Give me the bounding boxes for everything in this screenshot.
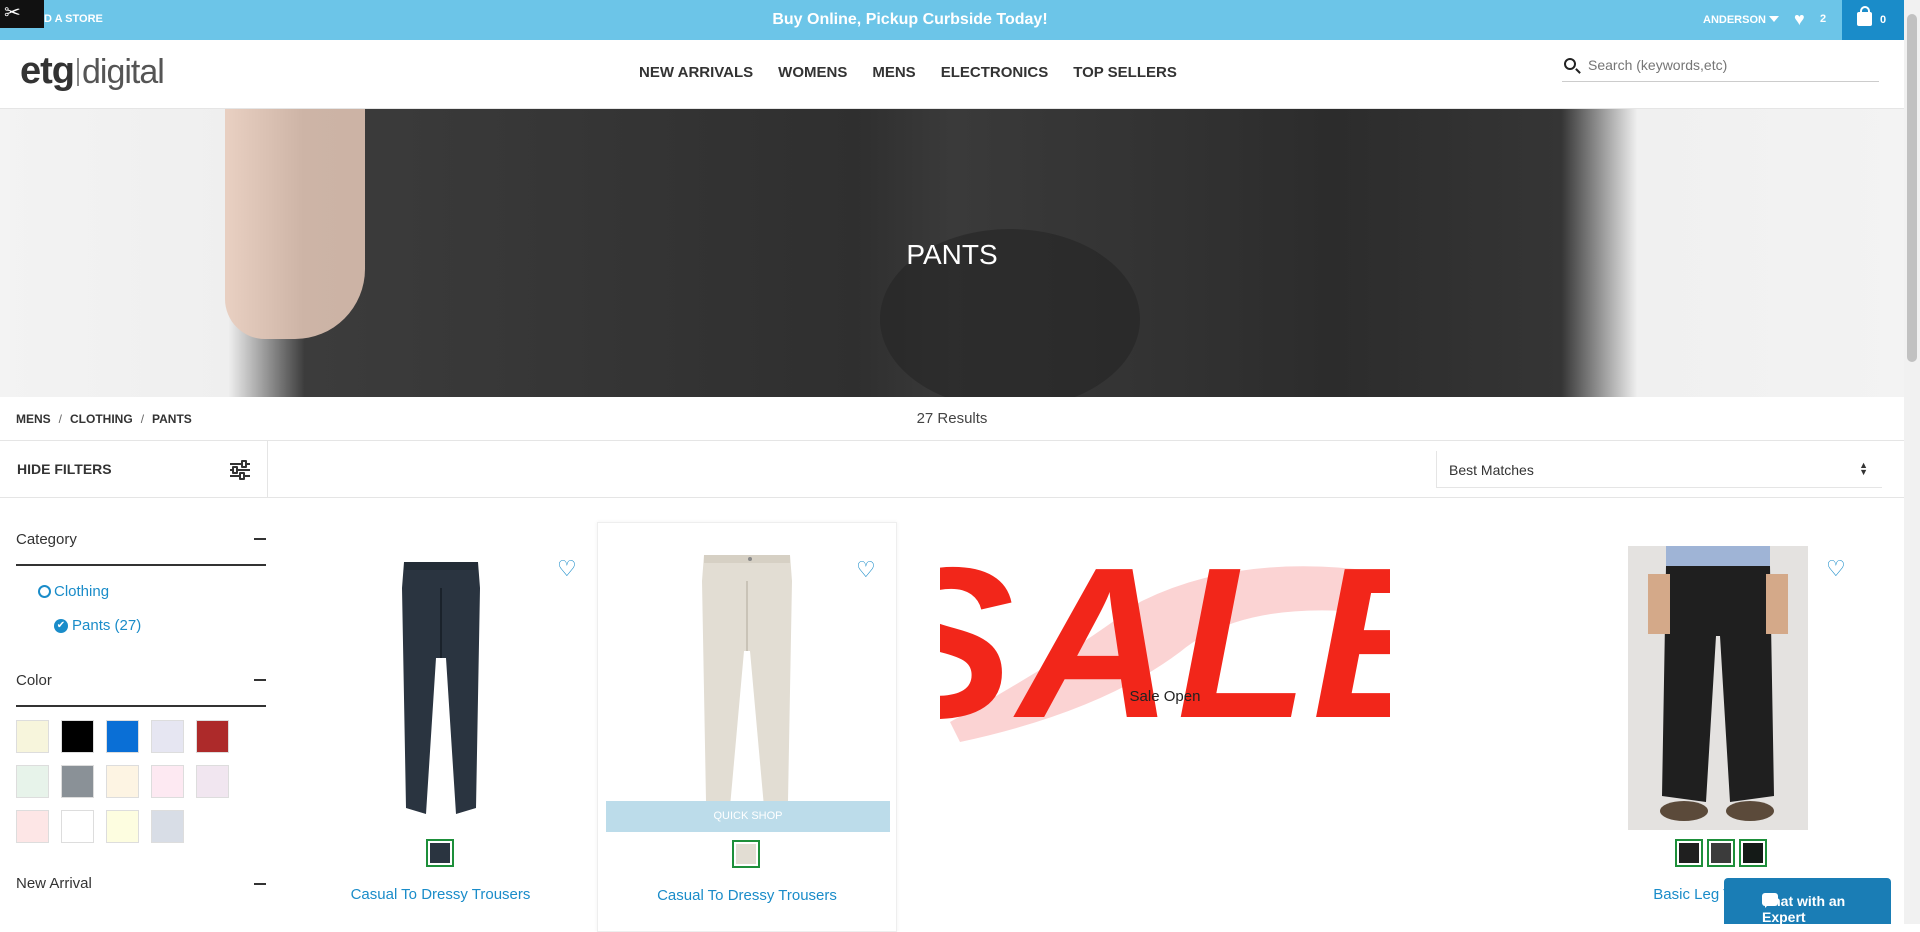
banner-hand-image (225, 109, 365, 339)
sale-word: SALE (940, 542, 1390, 742)
color-filter-swatch[interactable] (16, 765, 49, 798)
site-header: etg digital NEW ARRIVALS WOMENS MENS ELEC… (0, 40, 1904, 109)
filter-bar: HIDE FILTERS Best Matches ▲ ▼ (0, 441, 1904, 498)
sale-caption: Sale Open (1129, 688, 1201, 705)
color-swatch[interactable] (426, 839, 454, 867)
nav-new-arrivals[interactable]: NEW ARRIVALS (639, 64, 753, 81)
sale-banner-image[interactable]: SALE (870, 522, 1457, 763)
hide-filters-button[interactable]: HIDE FILTERS (0, 441, 268, 498)
color-filter-swatch[interactable] (151, 765, 184, 798)
color-swatch[interactable] (1739, 839, 1767, 867)
cart-count: 0 (1880, 14, 1887, 26)
product-image[interactable] (692, 551, 802, 815)
facet-category-header[interactable]: Category (16, 498, 266, 566)
swatch-fill (1743, 843, 1763, 863)
category-option-label: Pants (27) (72, 617, 142, 634)
product-card[interactable]: ♡ Basic Leg Trousers (1576, 522, 1859, 932)
sort-select[interactable]: Best Matches ▲ ▼ (1436, 451, 1882, 488)
color-filter-swatch[interactable] (151, 810, 184, 843)
wishlist-count[interactable]: 2 (1820, 13, 1826, 25)
color-filter-swatch[interactable] (106, 720, 139, 753)
page-scrollbar[interactable] (1904, 0, 1920, 924)
cart-button[interactable]: 0 (1842, 0, 1904, 40)
color-filter-swatch[interactable] (61, 765, 94, 798)
collapse-icon[interactable] (254, 679, 266, 681)
color-swatch[interactable] (1707, 839, 1735, 867)
filter-sidebar: Category Clothing ✔ Pants (27) Color New… (16, 498, 266, 896)
facet-category-title: Category (16, 531, 77, 548)
category-option-pants[interactable]: ✔ Pants (27) (16, 608, 266, 642)
quick-shop-button[interactable]: QUICK SHOP (606, 801, 890, 832)
category-banner: PANTS (0, 109, 1904, 397)
color-filter-swatch[interactable] (16, 720, 49, 753)
swatch-fill (1679, 843, 1699, 863)
swatch-fill (1711, 843, 1731, 863)
chat-with-expert-button[interactable]: Chat with an Expert (1724, 878, 1891, 925)
wishlist-heart-icon[interactable]: ♥ (1794, 10, 1805, 28)
color-filter-swatch[interactable] (151, 720, 184, 753)
product-name[interactable]: Casual To Dressy Trousers (299, 886, 582, 903)
nav-mens[interactable]: MENS (872, 64, 915, 81)
chat-label: Chat with an Expert (1762, 893, 1846, 925)
product-card[interactable]: ♡ Casual To Dressy Trousers (299, 522, 582, 932)
scrollbar-thumb[interactable] (1907, 14, 1917, 362)
swatch-fill (736, 844, 756, 864)
main-nav: NEW ARRIVALS WOMENS MENS ELECTRONICS TOP… (639, 64, 1202, 81)
results-count: 27 Results (916, 410, 988, 427)
sale-promo-tile[interactable]: SALE Sale Open (870, 522, 1457, 763)
search-box (1562, 50, 1879, 82)
category-option-clothing[interactable]: Clothing (16, 574, 266, 608)
sort-value: Best Matches (1449, 462, 1534, 478)
facet-color-header[interactable]: Color (16, 646, 266, 707)
product-name[interactable]: Casual To Dressy Trousers (598, 887, 896, 904)
nav-womens[interactable]: WOMENS (778, 64, 847, 81)
heart-icon[interactable]: ♡ (1826, 558, 1846, 580)
hide-filters-label: HIDE FILTERS (17, 461, 112, 477)
nav-top-sellers[interactable]: TOP SELLERS (1073, 64, 1177, 81)
promo-bar: ✂ D A STORE Buy Online, Pickup Curbside … (0, 0, 1904, 40)
search-icon[interactable] (1564, 58, 1576, 70)
product-image[interactable] (396, 558, 486, 822)
shopping-bag-icon (1857, 6, 1872, 26)
product-card[interactable]: ♡ QUICK SHOP Casual To Dressy Trousers (597, 522, 897, 932)
collapse-icon[interactable] (254, 538, 266, 540)
product-grid: ♡ Casual To Dressy Trousers ♡ QUICK SHOP… (268, 498, 1904, 932)
heart-icon[interactable]: ♡ (856, 559, 876, 581)
page-title: PANTS (906, 239, 998, 270)
radio-icon[interactable] (38, 585, 51, 598)
color-filter-swatch[interactable] (106, 765, 139, 798)
sliders-icon (230, 460, 250, 480)
chevron-down-icon[interactable] (1769, 16, 1779, 22)
color-swatch[interactable] (1675, 839, 1703, 867)
facet-new-arrival-title: New Arrival (16, 875, 92, 892)
promo-text: Buy Online, Pickup Curbside Today! (772, 11, 1048, 28)
color-filter-swatch[interactable] (196, 720, 229, 753)
facet-new-arrival-header[interactable]: New Arrival (16, 843, 266, 896)
color-filter-swatch[interactable] (106, 810, 139, 843)
color-filter-swatch[interactable] (16, 810, 49, 843)
color-filter-swatch[interactable] (61, 720, 94, 753)
color-filter-swatch[interactable] (196, 765, 229, 798)
nav-electronics[interactable]: ELECTRONICS (941, 64, 1049, 81)
color-swatches (16, 720, 266, 843)
category-option-label: Clothing (54, 583, 110, 600)
swatch-fill (430, 843, 450, 863)
breadcrumb-bar: MENS / CLOTHING / PANTS 27 Results (0, 397, 1904, 441)
logo-sub: digital (82, 53, 165, 91)
account-menu[interactable]: ANDERSON (1703, 14, 1766, 26)
sort-arrows-icon: ▲ ▼ (1859, 460, 1868, 477)
check-circle-icon[interactable]: ✔ (54, 619, 68, 633)
site-logo[interactable]: etg digital (20, 50, 165, 93)
search-input[interactable] (1588, 54, 1868, 76)
product-image[interactable] (1627, 546, 1808, 830)
facet-color-title: Color (16, 672, 52, 689)
color-swatch[interactable] (732, 840, 760, 868)
heart-icon[interactable]: ♡ (557, 558, 577, 580)
color-filter-swatch[interactable] (61, 810, 94, 843)
collapse-icon[interactable] (254, 883, 266, 885)
logo-main: etg (20, 50, 75, 92)
